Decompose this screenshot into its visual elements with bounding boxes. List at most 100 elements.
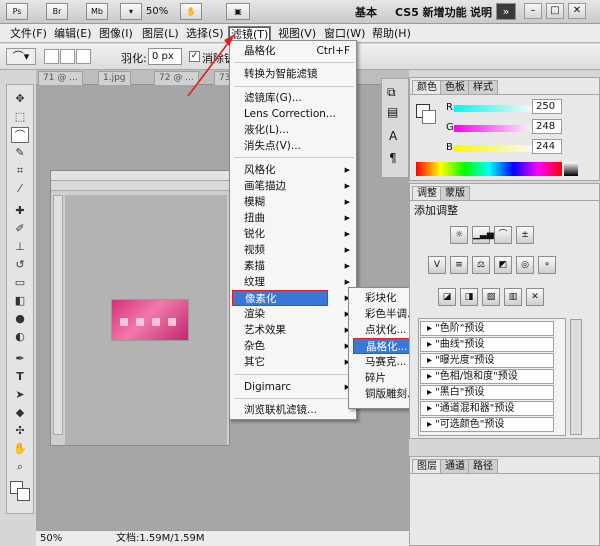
g-value-input[interactable]: 248 — [532, 119, 562, 134]
menu-edit[interactable]: 编辑(E) — [52, 26, 94, 42]
color-spectrum[interactable] — [416, 162, 562, 176]
crop-tool-icon[interactable]: ⌗ — [11, 163, 29, 179]
pen-tool-icon[interactable]: ✒ — [11, 351, 29, 367]
b-value-input[interactable]: 244 — [532, 139, 562, 154]
actions-panel-icon[interactable]: ▤ — [387, 105, 398, 119]
preset-exposure[interactable]: ▸ "曝光度"预设 — [420, 353, 554, 368]
character-panel-icon[interactable]: A — [389, 129, 397, 143]
b-slider[interactable] — [454, 145, 536, 152]
levels-icon[interactable]: ▁▃▅ — [472, 226, 494, 244]
tab-color[interactable]: 颜色 — [412, 80, 442, 94]
hand-tool-icon[interactable]: ✋ — [11, 441, 29, 457]
blur-tool-icon[interactable]: ● — [11, 311, 29, 327]
doc-tab[interactable]: 1.jpg — [98, 71, 131, 85]
healing-tool-icon[interactable]: ✚ — [11, 203, 29, 219]
close-button[interactable]: ✕ — [568, 3, 586, 19]
preset-channel-mixer[interactable]: ▸ "通道混和器"预设 — [420, 401, 554, 416]
gradient-tool-icon[interactable]: ◧ — [11, 293, 29, 309]
photo-filter-icon[interactable]: ◎ — [516, 256, 534, 274]
lasso-preset-icon[interactable]: ⌒▾ — [6, 48, 36, 65]
3d-rotate-tool-icon[interactable]: ✣ — [11, 423, 29, 439]
menu-item-stylize[interactable]: 风格化 ▶ — [244, 162, 356, 178]
r-value-input[interactable]: 250 — [532, 99, 562, 114]
preset-curves[interactable]: ▸ "曲线"预设 — [420, 337, 554, 352]
add-selection-icon[interactable] — [60, 49, 75, 64]
brightness-icon[interactable]: ☼ — [450, 226, 468, 244]
tab-layers[interactable]: 图层 — [412, 459, 442, 473]
lasso-tool-icon[interactable]: ⌒ — [11, 127, 29, 143]
curves-icon[interactable]: ⌒ — [494, 226, 512, 244]
menu-item-blur[interactable]: 模糊 ▶ — [244, 194, 356, 210]
doc-tab[interactable]: 71 @ ... — [38, 71, 83, 85]
new-selection-icon[interactable] — [44, 49, 59, 64]
menu-item-sharpen[interactable]: 锐化 ▶ — [244, 226, 356, 242]
marquee-tool-icon[interactable]: ⬚ — [11, 109, 29, 125]
status-zoom[interactable]: 50% — [40, 531, 62, 546]
tab-adjustments[interactable]: 调整 — [412, 186, 442, 200]
menu-item-texture[interactable]: 纹理 ▶ — [244, 274, 356, 290]
black-white-icon[interactable]: ◩ — [494, 256, 512, 274]
tab-masks[interactable]: 蒙版 — [440, 186, 470, 200]
tab-paths[interactable]: 路径 — [468, 459, 498, 473]
quick-select-tool-icon[interactable]: ✎ — [11, 145, 29, 161]
workspace-help[interactable]: 说明 — [470, 4, 492, 20]
presets-scrollbar[interactable] — [570, 319, 582, 435]
background-color-swatch[interactable] — [17, 488, 30, 501]
menu-item-last-filter[interactable]: 晶格化 Ctrl+F — [244, 43, 356, 59]
posterize-icon[interactable]: ◨ — [460, 288, 478, 306]
preset-black-white[interactable]: ▸ "黑白"预设 — [420, 385, 554, 400]
menu-item-pixelate[interactable]: 像素化 — [232, 290, 328, 306]
move-tool-icon[interactable]: ✥ — [11, 91, 29, 107]
background-swatch[interactable] — [422, 110, 436, 124]
zoom-level[interactable]: 50% — [146, 6, 168, 17]
eyedropper-tool-icon[interactable]: ⁄ — [11, 181, 29, 197]
workspace-new-features[interactable]: CS5 新增功能 — [395, 4, 467, 20]
hue-saturation-icon[interactable]: ≡ — [450, 256, 468, 274]
r-slider[interactable] — [454, 105, 536, 112]
invert-icon[interactable]: ◪ — [438, 288, 456, 306]
menu-item-video[interactable]: 视频 ▶ — [244, 242, 356, 258]
feather-input[interactable]: 0 px — [148, 48, 182, 65]
menu-item-artistic[interactable]: 艺术效果▶ — [244, 322, 356, 338]
maximize-button[interactable]: □ — [546, 3, 564, 19]
eraser-tool-icon[interactable]: ▭ — [11, 275, 29, 291]
black-white-ramp[interactable] — [564, 162, 578, 176]
bridge-button[interactable]: Br — [46, 3, 68, 20]
menu-item-browse-filters[interactable]: 浏览联机滤镜... — [244, 402, 356, 418]
vibrance-icon[interactable]: V — [428, 256, 446, 274]
history-brush-tool-icon[interactable]: ↺ — [11, 257, 29, 273]
menu-item-noise[interactable]: 杂色▶ — [244, 338, 356, 354]
menu-item-distort[interactable]: 扭曲 ▶ — [244, 210, 356, 226]
tab-styles[interactable]: 样式 — [468, 80, 498, 94]
mini-bridge-button[interactable]: Mb — [86, 3, 108, 20]
zoom-tool-icon[interactable]: ⌕ — [11, 459, 29, 475]
menu-item-liquify[interactable]: 液化(L)... — [244, 122, 356, 138]
threshold-icon[interactable]: ▨ — [482, 288, 500, 306]
shape-tool-icon[interactable]: ◆ — [11, 405, 29, 421]
menu-item-sketch[interactable]: 素描 ▶ — [244, 258, 356, 274]
view-extras-button[interactable]: ▾ — [120, 3, 142, 20]
brush-tool-icon[interactable]: ✐ — [11, 221, 29, 237]
tab-swatches[interactable]: 色板 — [440, 80, 470, 94]
tab-channels[interactable]: 通道 — [440, 459, 470, 473]
preset-hue-saturation[interactable]: ▸ "色相/饱和度"预设 — [420, 369, 554, 384]
menu-item-brush-strokes[interactable]: 画笔描边 ▶ — [244, 178, 356, 194]
channel-mixer-icon[interactable]: ⚬ — [538, 256, 556, 274]
g-slider[interactable] — [454, 125, 536, 132]
menu-layer[interactable]: 图层(L) — [140, 26, 181, 42]
color-balance-icon[interactable]: ⚖ — [472, 256, 490, 274]
stamp-tool-icon[interactable]: ⊥ — [11, 239, 29, 255]
menu-item-render[interactable]: 渲染▶ — [244, 306, 356, 322]
more-workspaces-button[interactable]: » — [496, 3, 516, 20]
menu-item-lens-correction[interactable]: Lens Correction... — [244, 106, 356, 122]
type-tool-icon[interactable]: T — [11, 369, 29, 385]
preset-selective-color[interactable]: ▸ "可选颜色"预设 — [420, 417, 554, 432]
gradient-map-icon[interactable]: ▥ — [504, 288, 522, 306]
menu-item-filter-gallery[interactable]: 滤镜库(G)... — [244, 90, 356, 106]
dodge-tool-icon[interactable]: ◐ — [11, 329, 29, 345]
screen-mode-button[interactable]: ▣ — [226, 3, 250, 20]
exposure-icon[interactable]: ± — [516, 226, 534, 244]
workspace-basic[interactable]: 基本 — [355, 4, 377, 20]
minimize-button[interactable]: – — [524, 3, 542, 19]
menu-item-vanishing-point[interactable]: 消失点(V)... — [244, 138, 356, 154]
